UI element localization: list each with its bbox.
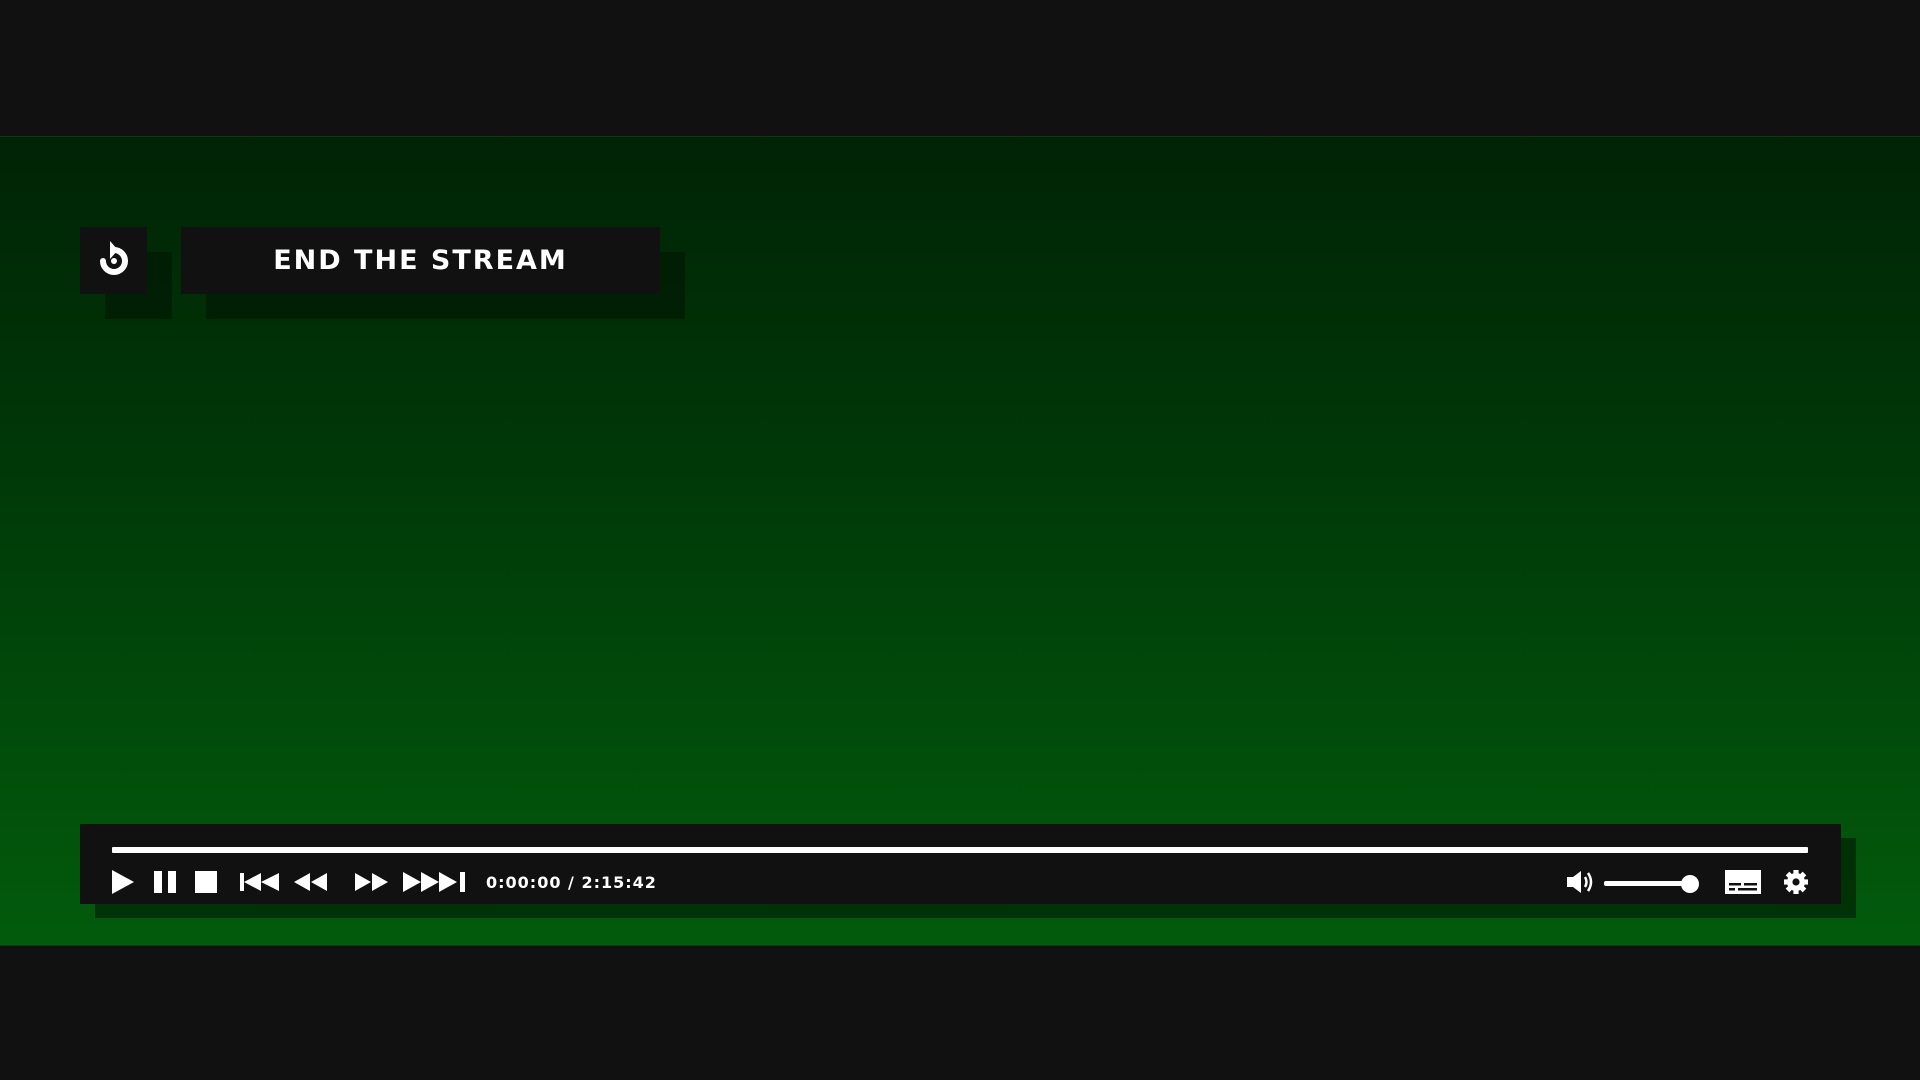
duration: 2:15:42	[581, 873, 657, 892]
skip-forward-icon	[402, 871, 468, 893]
gear-icon	[1783, 869, 1809, 895]
back-button[interactable]	[80, 227, 147, 294]
page-title: END THE STREAM	[273, 245, 568, 276]
skip-forward-button[interactable]	[402, 864, 468, 900]
stop-button[interactable]	[193, 864, 219, 900]
time-display: 0:00:00 / 2:15:42	[486, 873, 657, 892]
settings-button[interactable]	[1782, 864, 1810, 900]
current-time: 0:00:00	[486, 873, 562, 892]
skip-back-icon	[239, 872, 281, 892]
play-button[interactable]	[110, 864, 136, 900]
volume-knob[interactable]	[1681, 875, 1699, 893]
rewind-button[interactable]	[293, 864, 329, 900]
player-controls: 0:00:00 / 2:15:42	[80, 824, 1841, 904]
progress-bar[interactable]	[112, 847, 1808, 853]
fast-forward-button[interactable]	[353, 864, 389, 900]
stop-icon	[194, 870, 218, 894]
subtitles-button[interactable]	[1724, 864, 1762, 900]
play-icon	[111, 869, 135, 895]
volume-icon	[1566, 869, 1594, 895]
skip-back-button[interactable]	[238, 864, 282, 900]
volume-button[interactable]	[1565, 864, 1595, 900]
pause-icon	[153, 870, 177, 894]
restart-arrow-icon	[96, 239, 132, 283]
rewind-icon	[293, 872, 329, 892]
pause-button[interactable]	[152, 864, 178, 900]
title-box: END THE STREAM	[181, 227, 660, 294]
time-separator: /	[568, 873, 575, 892]
fast-forward-icon	[353, 872, 389, 892]
volume-slider[interactable]	[1604, 881, 1690, 886]
subtitles-icon	[1725, 870, 1761, 894]
